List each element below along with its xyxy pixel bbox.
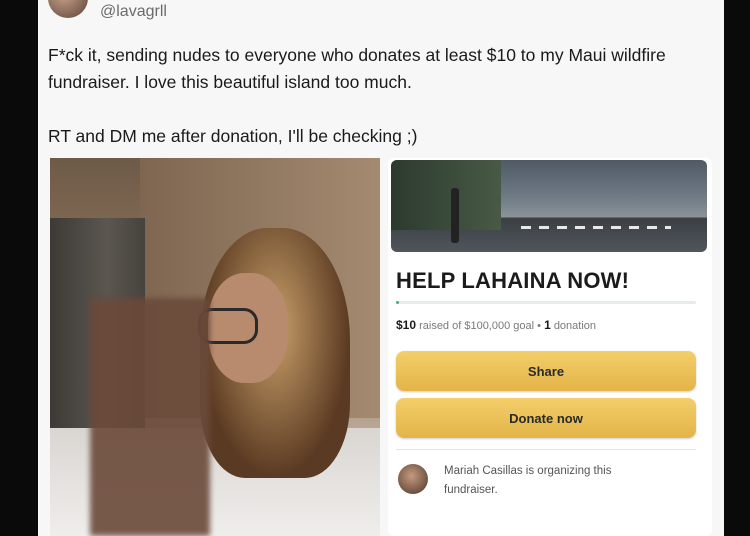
donation-label: donation (553, 320, 597, 332)
fundraiser-progress-bar (396, 301, 696, 304)
cover-figure (451, 188, 459, 243)
progress-fill (396, 301, 399, 304)
donate-now-button[interactable]: Donate now (396, 398, 696, 438)
author-handle[interactable]: @lavagrll (100, 3, 167, 21)
author-avatar[interactable] (48, 0, 88, 18)
share-button[interactable]: Share (396, 351, 696, 391)
stats-separator: • (537, 320, 541, 332)
divider (396, 449, 696, 450)
fundraiser-title: HELP LAHAINA NOW! (396, 268, 630, 293)
organizer-text: Mariah Casillas is organizing this fundr… (444, 465, 612, 496)
raised-amount: $10 (396, 318, 417, 332)
fundraiser-stats: $10 raised of $100,000 goal • 1 donation (396, 318, 596, 332)
tweet-card: @lavagrll F*ck it, sending nudes to ever… (38, 0, 724, 536)
organizer-avatar[interactable] (398, 464, 428, 494)
cover-trees (391, 160, 501, 230)
tweet-photo[interactable] (50, 158, 380, 536)
donation-count: 1 (544, 318, 551, 332)
tweet-text-line-2: RT and DM me after donation, I'll be che… (48, 126, 418, 146)
tweet-text-line-1: F*ck it, sending nudes to everyone who d… (48, 45, 666, 92)
fundraiser-card[interactable]: HELP LAHAINA NOW! $10 raised of $100,000… (388, 158, 712, 536)
photo-blurred-region (90, 298, 210, 536)
fundraiser-cover-image (391, 160, 707, 252)
tweet-body: F*ck it, sending nudes to everyone who d… (48, 42, 708, 150)
raised-text: raised of $100,000 goal (419, 320, 535, 332)
cover-road-markings (521, 226, 671, 229)
